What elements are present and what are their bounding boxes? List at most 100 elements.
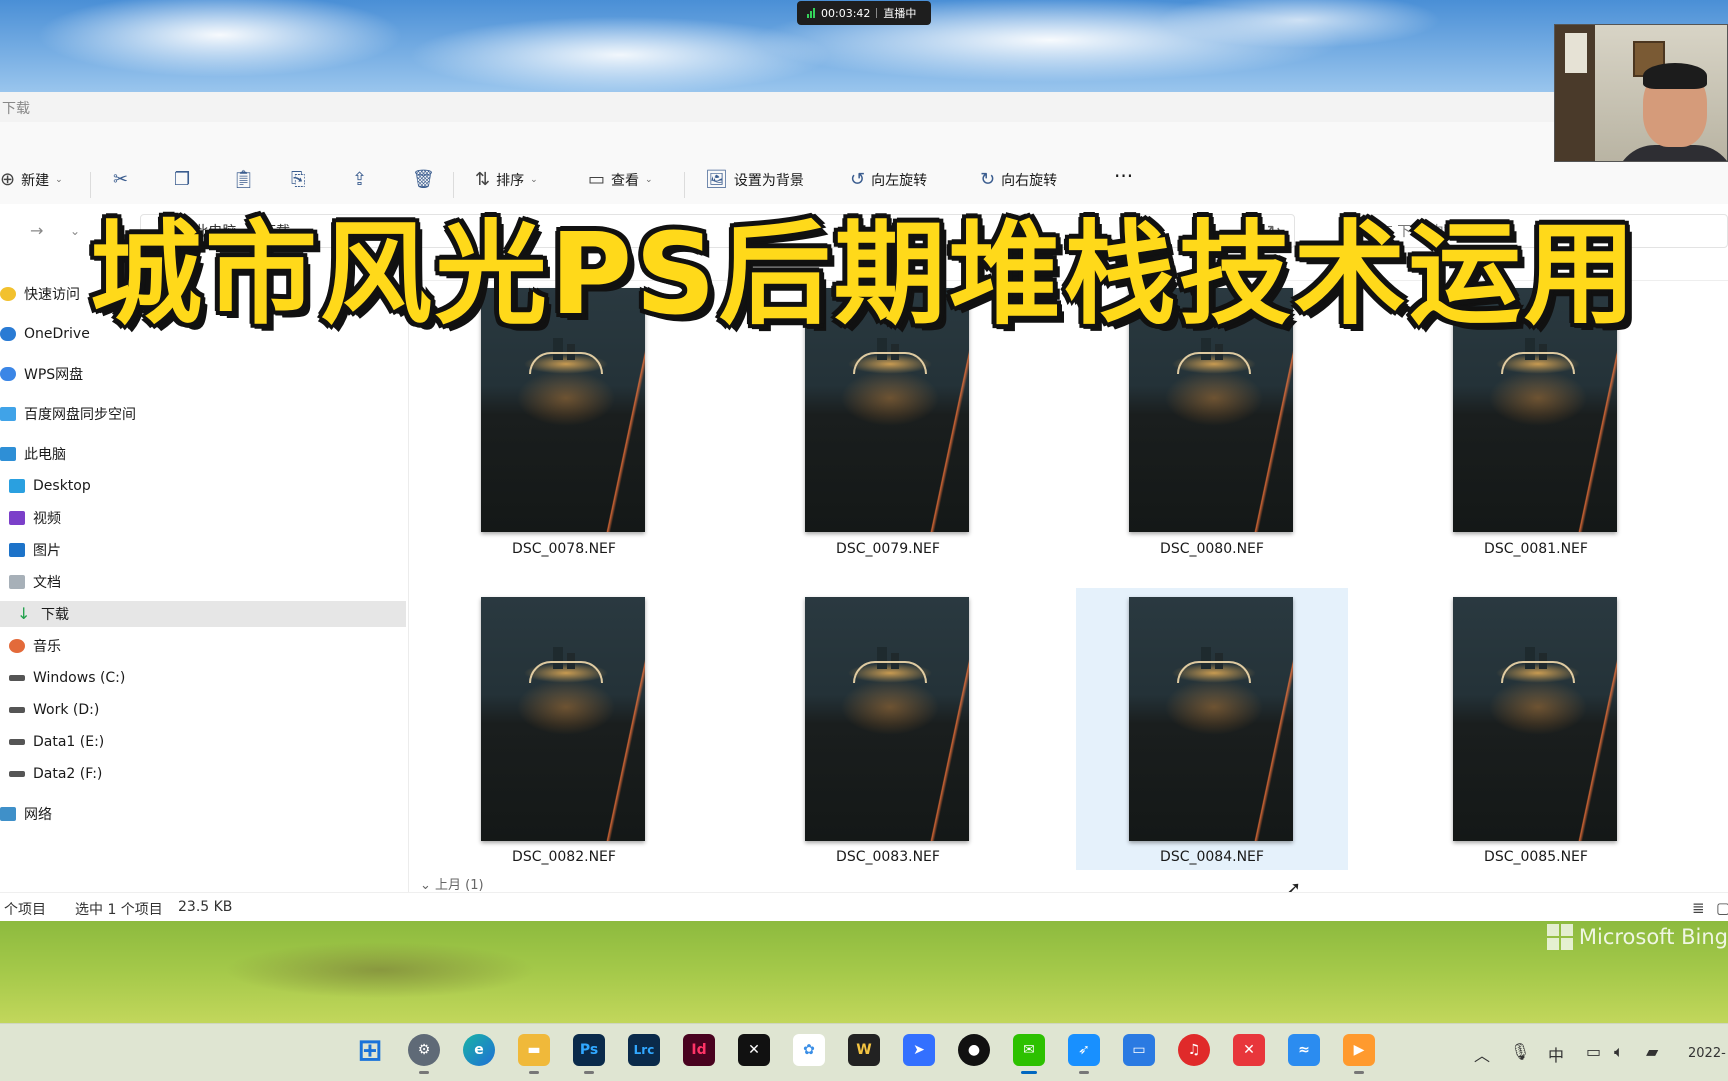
feishu-icon[interactable]: ➤ <box>903 1034 935 1066</box>
rotate-right-button[interactable]: ↻ 向右旋转 <box>980 169 1057 190</box>
sidebar-item-drive-f[interactable]: Data2 (F:) <box>9 761 102 787</box>
tencent-meeting-icon[interactable]: ▭ <box>1123 1034 1155 1066</box>
desktop-icon <box>9 479 25 493</box>
item-count: 个项目 <box>4 902 46 918</box>
forward-arrow-icon[interactable]: → <box>30 221 43 240</box>
video-icon <box>9 511 25 525</box>
sidebar-item-drive-e[interactable]: Data1 (E:) <box>9 729 104 755</box>
document-icon <box>9 575 25 589</box>
dingtalk-icon[interactable]: ➶ <box>1068 1034 1100 1074</box>
file-name: DSC_0080.NEF <box>1160 541 1264 557</box>
sidebar-item-label: 快速访问 <box>24 287 80 303</box>
group-header[interactable]: ⌄ 上月 (1) <box>420 874 484 892</box>
volume-icon[interactable]: 🔈︎ <box>1614 1042 1624 1062</box>
netease-music-icon[interactable]: ♫ <box>1178 1034 1210 1066</box>
window-title: 下载 <box>0 92 1728 122</box>
sidebar-item-videos[interactable]: 视频 <box>9 505 61 531</box>
sidebar-item-desktop[interactable]: Desktop <box>9 473 91 499</box>
sidebar-item-label: 此电脑 <box>24 447 66 463</box>
sidebar-item-baidu-sync[interactable]: 百度网盘同步空间 <box>0 401 136 427</box>
share-icon: ⇪ <box>352 169 368 190</box>
windows-start-icon[interactable]: ⊞ <box>354 1033 386 1068</box>
sidebar-item-this-pc[interactable]: 此电脑 <box>0 441 66 467</box>
settings-icon[interactable]: ⚙ <box>408 1034 440 1074</box>
sidebar-item-network[interactable]: 网络 <box>0 801 52 827</box>
microphone-icon[interactable]: 🎙︎ <box>1510 1042 1530 1061</box>
qq-icon[interactable]: ● <box>958 1034 990 1066</box>
wps-icon[interactable]: W <box>848 1034 880 1066</box>
baidu-netdisk-icon[interactable]: ✿ <box>793 1034 825 1066</box>
xmind-icon[interactable]: ✕ <box>1233 1034 1265 1066</box>
file-tile[interactable]: DSC_0081.NEF <box>1400 288 1672 594</box>
copy-button[interactable]: ❐ <box>174 169 190 190</box>
chevron-down-icon: ⌄ <box>530 174 538 185</box>
file-tile[interactable]: DSC_0080.NEF <box>1076 288 1348 594</box>
sidebar-item-label: 音乐 <box>33 639 61 655</box>
file-tile[interactable]: DSC_0082.NEF <box>428 588 700 870</box>
sidebar-item-label: OneDrive <box>24 326 90 342</box>
edge-icon[interactable]: e <box>463 1034 495 1066</box>
live-timer: 00:03:42 <box>821 6 871 20</box>
cut-button[interactable]: ✂ <box>113 169 128 190</box>
wallpaper-icon: 🖼︎ <box>705 169 728 190</box>
input-method[interactable]: 中 <box>1548 1042 1564 1066</box>
network-status-icon[interactable]: ▭ <box>1586 1042 1601 1061</box>
music-icon <box>9 639 25 653</box>
file-tile[interactable]: DSC_0079.NEF <box>752 288 1024 594</box>
selection-size: 23.5 KB <box>178 899 233 915</box>
sort-button[interactable]: ⇅ 排序 ⌄ <box>475 169 538 190</box>
sidebar-item-label: Windows (C:) <box>33 670 126 686</box>
chevron-down-icon: ⌄ <box>645 174 653 185</box>
file-name: DSC_0084.NEF <box>1160 849 1264 865</box>
chevron-down-icon: ⌄ <box>55 174 63 185</box>
lightroom-classic-icon[interactable]: Lrc <box>628 1034 660 1066</box>
photoshop-icon[interactable]: Ps <box>573 1034 605 1074</box>
bilibili-live-icon[interactable]: ▶ <box>1343 1034 1375 1074</box>
file-name: DSC_0085.NEF <box>1484 849 1588 865</box>
new-label: 新建 <box>21 172 50 189</box>
live-status: 直播中 <box>883 7 917 20</box>
rotate-left-button[interactable]: ↺ 向左旋转 <box>850 169 927 190</box>
sidebar-item-onedrive[interactable]: OneDrive <box>0 321 90 347</box>
cloud-icon <box>0 327 16 341</box>
view-button[interactable]: ▭ 查看 ⌄ <box>588 169 653 190</box>
file-tile[interactable]: DSC_0085.NEF <box>1400 588 1672 870</box>
file-tile[interactable]: DSC_0078.NEF <box>428 288 700 594</box>
clipboard-icon: 📋︎ <box>232 169 255 190</box>
mouse-cursor-icon: ➚ <box>1286 878 1302 892</box>
new-button[interactable]: ⊕ 新建 ⌄ <box>0 169 63 190</box>
battery-icon[interactable]: ▰ <box>1646 1042 1658 1061</box>
sidebar-item-music[interactable]: 音乐 <box>9 633 61 659</box>
clock[interactable]: 2022- <box>1688 1046 1726 1061</box>
selection-count: 选中 1 个项目 <box>75 902 163 918</box>
file-tile-selected[interactable]: DSC_0084.NEF <box>1076 588 1348 870</box>
desktop-wallpaper-field <box>0 920 1728 1025</box>
tiles-view-icon[interactable]: ▢ <box>1716 899 1728 917</box>
sidebar-item-wps-cloud[interactable]: WPS网盘 <box>0 361 83 387</box>
show-hidden-icons-icon[interactable]: ︿ <box>1474 1042 1490 1066</box>
sidebar-item-pictures[interactable]: 图片 <box>9 537 61 563</box>
capcut-icon[interactable]: ✕ <box>738 1034 770 1066</box>
wechat-icon[interactable]: ✉ <box>1013 1034 1045 1074</box>
sidebar-item-quick-access[interactable]: 快速访问 <box>0 281 80 307</box>
sidebar-item-documents[interactable]: 文档 <box>9 569 61 595</box>
toolbar-divider <box>453 172 454 198</box>
recent-chevron-icon[interactable]: ⌄ <box>70 224 80 238</box>
more-options-button[interactable]: ··· <box>1114 164 1133 188</box>
file-tile[interactable]: DSC_0083.NEF <box>752 588 1024 870</box>
share-button[interactable]: ⇪ <box>352 169 367 190</box>
sidebar-item-downloads[interactable]: ↓ 下载 <box>0 601 406 627</box>
group-header-label: 上月 (1) <box>435 878 484 892</box>
rename-button[interactable]: ⎘ <box>291 169 305 190</box>
file-explorer-icon[interactable]: ▬ <box>518 1034 550 1074</box>
picture-icon <box>9 543 25 557</box>
indesign-icon[interactable]: Id <box>683 1034 715 1066</box>
paste-button[interactable]: 📋︎ <box>232 169 255 190</box>
set-background-button[interactable]: 🖼︎ 设置为背景 <box>705 169 804 190</box>
lark-docs-icon[interactable]: ≈ <box>1288 1034 1320 1066</box>
sidebar-item-drive-c[interactable]: Windows (C:) <box>9 665 125 691</box>
delete-button[interactable]: 🗑︎ <box>412 169 435 190</box>
details-view-icon[interactable]: ≣ <box>1692 899 1705 917</box>
sidebar-item-drive-d[interactable]: Work (D:) <box>9 697 99 723</box>
sort-icon: ⇅ <box>475 169 491 190</box>
